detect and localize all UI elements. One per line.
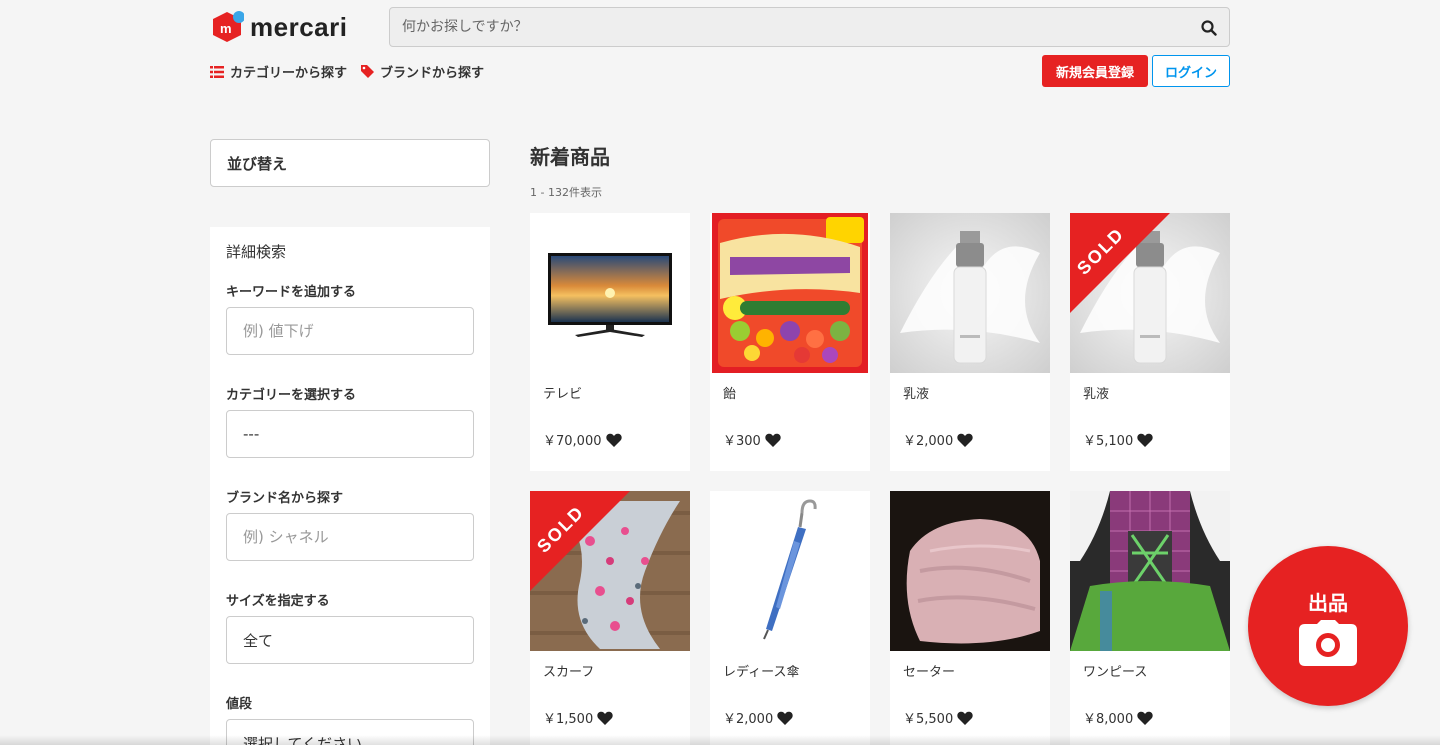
product-price: ￥8,000: [1083, 708, 1153, 727]
camera-icon: [1299, 619, 1357, 666]
product-card[interactable]: 乳液 ￥2,000: [890, 213, 1050, 471]
search-bar: [389, 7, 1230, 47]
product-image: [710, 213, 870, 373]
result-count: 1 - 132件表示: [530, 186, 602, 199]
product-price: ￥5,500: [903, 708, 973, 727]
product-image: [1070, 491, 1230, 651]
price-text: ￥5,500: [903, 712, 954, 727]
login-button[interactable]: ログイン: [1152, 55, 1230, 87]
nav-category-label: カテゴリーから探す: [230, 66, 348, 81]
list-icon: [210, 65, 224, 78]
product-image: [890, 491, 1050, 651]
sort-select[interactable]: 並び替え: [210, 139, 490, 187]
product-price: ￥2,000: [903, 430, 973, 449]
product-name: ワンピース: [1083, 665, 1148, 680]
sell-button-label: 出品: [1308, 590, 1348, 615]
category-select[interactable]: ---: [226, 410, 474, 458]
sold-badge: SOLD: [530, 491, 630, 591]
heart-icon[interactable]: [765, 433, 781, 447]
size-select[interactable]: 全て: [226, 616, 474, 664]
mercari-logo-icon: m: [213, 11, 244, 42]
price-text: ￥8,000: [1083, 712, 1134, 727]
product-card[interactable]: 飴 ￥300: [710, 213, 870, 471]
category-nav: カテゴリーから探す ブランドから探す: [210, 62, 484, 81]
nav-brand-label: ブランドから探す: [380, 66, 485, 81]
size-label: サイズを指定する: [226, 594, 330, 609]
brand-label: ブランド名から探す: [226, 491, 344, 506]
nav-category-link[interactable]: カテゴリーから探す: [210, 62, 347, 81]
nav-brand-link[interactable]: ブランドから探す: [361, 62, 484, 81]
price-text: ￥1,500: [543, 712, 594, 727]
filter-title: 詳細検索: [226, 243, 287, 261]
product-name: スカーフ: [543, 665, 595, 680]
product-price: ￥1,500: [543, 708, 613, 727]
heart-icon[interactable]: [605, 433, 622, 447]
svg-text:m: m: [220, 21, 232, 36]
sold-badge: SOLD: [1070, 213, 1170, 313]
heart-icon[interactable]: [957, 711, 973, 725]
sold-text: SOLD: [1073, 223, 1129, 279]
product-image: [530, 213, 690, 373]
product-name: セーター: [903, 665, 956, 680]
price-text: ￥2,000: [723, 712, 774, 727]
heart-icon[interactable]: [1137, 711, 1153, 725]
search-input[interactable]: [390, 8, 1229, 46]
product-card[interactable]: SOLD スカーフ ￥1,500: [530, 491, 690, 745]
heart-icon[interactable]: [777, 711, 793, 725]
price-text: ￥70,000: [543, 434, 602, 449]
product-image: [710, 491, 870, 651]
keyword-input[interactable]: [226, 307, 474, 355]
heart-icon[interactable]: [597, 711, 613, 725]
product-name: 乳液: [903, 387, 930, 402]
heart-icon[interactable]: [1137, 433, 1153, 447]
product-price: ￥2,000: [723, 708, 793, 727]
price-text: ￥2,000: [903, 434, 954, 449]
price-label: 値段: [226, 697, 253, 712]
mercari-logo[interactable]: m mercari: [210, 10, 347, 44]
product-image: SOLD: [1070, 213, 1230, 373]
sell-button[interactable]: 出品: [1248, 546, 1408, 706]
product-image: [890, 213, 1050, 373]
product-card[interactable]: テレビ ￥70,000: [530, 213, 690, 471]
price-text: ￥5,100: [1083, 434, 1134, 449]
product-name: テレビ: [543, 387, 583, 402]
register-button[interactable]: 新規会員登録: [1042, 55, 1148, 87]
product-card[interactable]: レディース傘 ￥2,000: [710, 491, 870, 745]
product-name: 飴: [723, 387, 737, 402]
product-price: ￥70,000: [543, 430, 622, 449]
site-header: m mercari カテゴリーから探す ブランドから探す 新: [0, 0, 1440, 100]
logo-text: mercari: [250, 11, 348, 42]
bottom-fade: [0, 735, 1440, 745]
price-text: ￥300: [723, 434, 761, 449]
page-title: 新着商品: [530, 145, 610, 169]
heart-icon[interactable]: [957, 433, 973, 447]
category-label: カテゴリーを選択する: [226, 388, 357, 403]
keyword-label: キーワードを追加する: [226, 285, 357, 300]
advanced-search-panel: 詳細検索 キーワードを追加する カテゴリーを選択する --- ブランド名から探す…: [210, 227, 490, 745]
brand-input[interactable]: [226, 513, 474, 561]
product-name: レディース傘: [723, 665, 800, 680]
search-icon[interactable]: [1201, 20, 1217, 36]
product-price: ￥5,100: [1083, 430, 1153, 449]
tag-icon: [361, 65, 375, 78]
product-card[interactable]: セーター ￥5,500: [890, 491, 1050, 745]
product-image: SOLD: [530, 491, 690, 651]
product-card[interactable]: ワンピース ￥8,000: [1070, 491, 1230, 745]
product-grid: テレビ ￥70,000 飴 ￥300 乳液 ￥2,000 SOLD 乳液 ￥5,…: [530, 213, 1230, 745]
product-card[interactable]: SOLD 乳液 ￥5,100: [1070, 213, 1230, 471]
sold-text: SOLD: [533, 501, 589, 557]
product-name: 乳液: [1083, 387, 1110, 402]
product-price: ￥300: [723, 430, 781, 449]
